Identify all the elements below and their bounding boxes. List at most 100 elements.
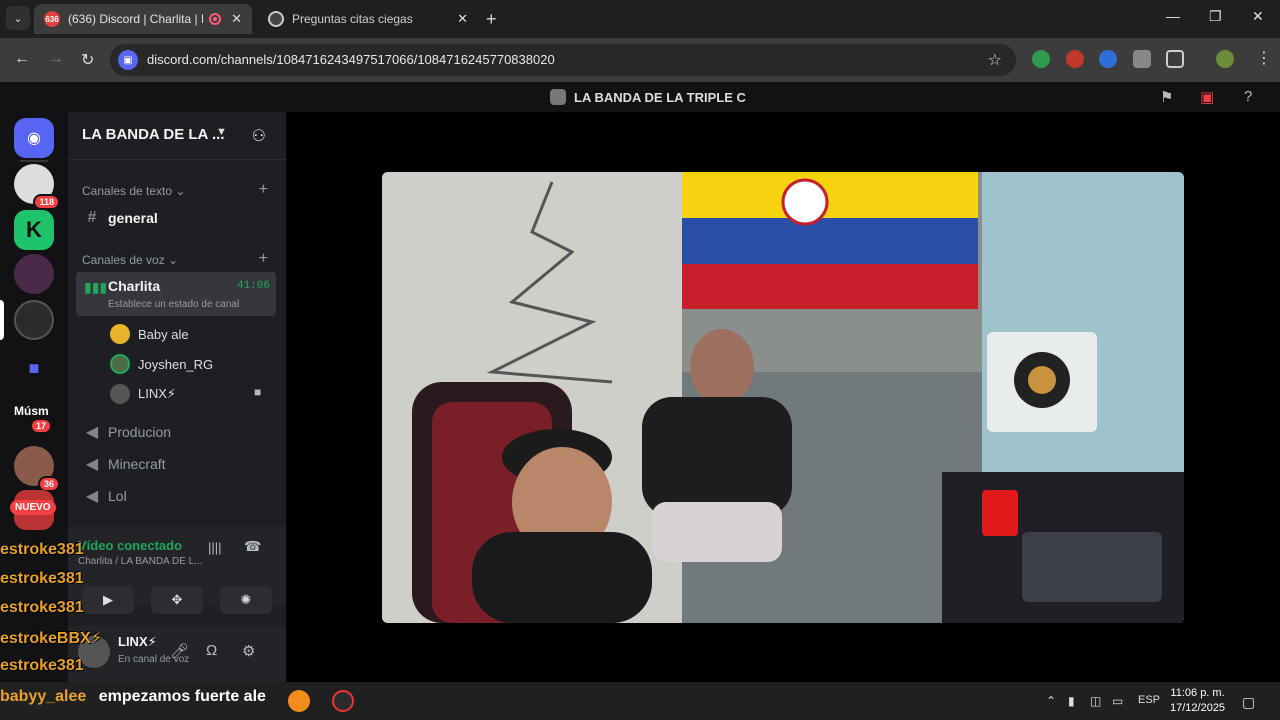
tab-search-chevron-icon[interactable]: ⌄ [6,6,30,30]
server-avatar[interactable]: 118 [14,164,60,210]
disconnect-icon[interactable]: ☎ [244,538,261,555]
reload-icon[interactable]: ↻ [81,50,94,70]
voice-stage [286,112,1280,682]
server-avatar[interactable] [14,254,54,294]
back-icon[interactable]: ← [14,50,30,68]
browser-toolbar: ← → ↻ ▣ discord.com/channels/10847162434… [0,38,1280,82]
site-info-icon[interactable]: ▣ [118,50,138,70]
tab-discord[interactable]: 636 (636) Discord | Charlita | LA ✕ [34,4,252,34]
voice-channel-name: Charlita [108,278,161,294]
obs-icon[interactable] [332,690,354,712]
close-tab-icon[interactable]: ✕ [231,11,242,27]
voice-member[interactable]: Joyshen_RG [110,354,213,374]
close-window-icon[interactable]: ✕ [1252,8,1264,25]
server-title-text: LA BANDA DE LA TRIPLE C [574,89,746,105]
system-clock[interactable]: 11:06 p. m. 17/12/2025 [1170,686,1225,716]
server-avatar[interactable]: 36 [14,446,60,492]
shirt-left [472,532,652,623]
help-icon[interactable]: ? [1244,88,1252,105]
chat-overlay-line: estroke381 [0,657,84,674]
voice-channel[interactable]: ◀ Producion [82,422,171,442]
selected-server-pill [0,300,4,340]
red-cup [982,490,1018,536]
folder-icon[interactable]: ■ [14,348,54,388]
flag-icon[interactable]: ⚑ [1160,88,1173,106]
server-avatar[interactable] [14,300,54,340]
discord-titlebar: LA BANDA DE LA TRIPLE C [0,82,1280,112]
microphone-icon[interactable]: 🎤︎ [170,642,189,660]
voice-channel[interactable]: ◀ Lol [82,486,127,506]
voice-category[interactable]: Canales de voz ⌄ [82,253,178,267]
menu-kebab-icon[interactable]: ⋮ [1256,48,1272,68]
display-icon[interactable]: ▭ [1112,694,1123,708]
voice-member[interactable]: Baby ale [110,324,189,344]
openai-icon [268,11,284,27]
language-indicator[interactable]: ESP [1138,694,1160,706]
avatar [110,324,130,344]
headphones-icon[interactable]: Ω [206,642,217,659]
minimize-icon[interactable]: — [1166,8,1180,24]
channel-label: Producion [108,424,172,440]
activities-button[interactable]: ✥ [151,586,203,614]
voice-member[interactable]: LINX⚡ [110,384,176,404]
sync-extension-icon[interactable] [1099,50,1117,68]
stream-scene [382,172,1184,623]
guild-name: LA BANDA DE LA ... [82,126,225,143]
text-category[interactable]: Canales de texto ⌄ [82,184,185,198]
tab-title: Preguntas citas ciegas [292,12,413,26]
inbox-icon[interactable]: ▣ [1200,88,1214,106]
noise-suppression-icon[interactable]: |||| [208,540,222,555]
channel-label: general [108,210,158,226]
extensions-puzzle-icon[interactable] [1166,50,1184,68]
voice-channel[interactable]: ◀ Minecraft [82,454,166,474]
browser-tabstrip: ⌄ 636 (636) Discord | Charlita | LA ✕ Pr… [0,0,1280,38]
notifications-icon[interactable]: ▢ [1242,694,1255,711]
shield-extension-icon[interactable] [1032,50,1050,68]
add-channel-icon[interactable]: + [259,250,268,268]
microphone-tray-icon[interactable]: ▮ [1068,694,1075,708]
app-icon[interactable] [288,690,310,712]
mention-count: 17 [30,418,53,434]
kick-server-icon[interactable]: K [14,210,54,250]
windows-taskbar: babyy_alee empezamos fuerte ale ⌃ ▮ ◫ ▭ … [0,682,1280,720]
mention-badge: 17 [30,416,53,434]
channel-label: Minecraft [108,456,166,472]
invite-people-icon[interactable]: ⚇ [252,126,266,146]
restore-icon[interactable]: ❐ [1209,8,1222,25]
tray-chevron-icon[interactable]: ⌃ [1046,694,1056,708]
add-channel-icon[interactable]: + [259,181,268,199]
bookmark-star-icon[interactable]: ☆ [988,50,1002,70]
soundboard-button[interactable]: ✺ [220,586,272,614]
close-tab-icon[interactable]: ✕ [457,11,468,27]
server-icon [550,89,566,105]
voice-channel-charlita[interactable]: ▮▮▮ Charlita 41:06 Establece un estado d… [76,272,276,316]
voice-connected-title: Vídeo conectado [78,538,183,553]
avatar [110,384,130,404]
speaker-icon: ◀ [85,456,99,473]
tab-preguntas[interactable]: Preguntas citas ciegas ✕ [258,4,478,34]
discord-home-icon[interactable]: ◉ [14,118,54,158]
rail-divider [20,160,48,162]
discord-badge-icon: 636 [44,11,60,27]
shirt-right [642,397,792,517]
channel-general[interactable]: # general [82,209,158,227]
voice-connected-subtitle[interactable]: Charlita / LA BANDA DE L... [78,556,203,567]
new-tab-icon[interactable]: + [486,9,497,30]
guild-header[interactable]: LA BANDA DE LA ... ▼ ⚇ [68,112,286,160]
flag-emblem [781,178,829,226]
channel-status[interactable]: Establece un estado de canal [108,299,239,310]
clock-time: 11:06 p. m. [1170,687,1225,699]
camera-button[interactable]: ▶ [82,586,134,614]
channel-label: Lol [108,488,127,504]
settings-gear-icon[interactable]: ⚙ [242,642,255,660]
profile-avatar[interactable] [1216,50,1234,68]
address-bar[interactable]: ▣ discord.com/channels/10847162434975170… [110,44,1016,76]
text-category-label: Canales de texto [82,184,173,198]
record-extension-icon[interactable] [1066,50,1084,68]
privacy-extension-icon[interactable] [1133,50,1151,68]
username: LINX⚡ [118,634,157,649]
network-icon[interactable]: ◫ [1090,694,1101,708]
forward-icon[interactable]: → [48,50,64,68]
video-stream[interactable] [382,172,1184,623]
hash-icon: # [87,209,97,226]
